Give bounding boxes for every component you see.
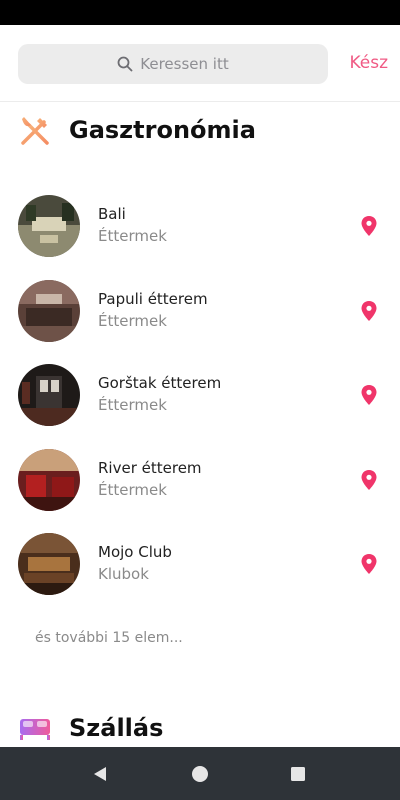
list-item[interactable]: Mojo Club Klubok (0, 522, 400, 606)
fork-knife-icon (18, 113, 52, 147)
list-item[interactable]: Bali Éttermek (0, 184, 400, 268)
place-photo (18, 449, 80, 511)
map-pin-icon[interactable] (360, 215, 378, 237)
place-category: Éttermek (98, 227, 167, 245)
section-header-gastronomy: Gasztronómia (18, 113, 256, 147)
section-title: Gasztronómia (69, 116, 256, 144)
search-header: Keressen itt Kész (0, 25, 400, 102)
list-item[interactable]: Papuli étterem Éttermek (0, 269, 400, 353)
list-item[interactable]: Gorštak étterem Éttermek (0, 353, 400, 437)
home-icon[interactable] (188, 762, 212, 786)
place-category: Éttermek (98, 312, 167, 330)
map-pin-icon[interactable] (360, 469, 378, 491)
place-category: Klubok (98, 565, 149, 583)
place-name: Mojo Club (98, 543, 172, 561)
list-item[interactable]: River étterem Éttermek (0, 438, 400, 522)
search-placeholder: Keressen itt (140, 55, 229, 73)
place-category: Éttermek (98, 481, 167, 499)
place-name: Gorštak étterem (98, 374, 222, 392)
back-icon[interactable] (88, 762, 112, 786)
recents-icon[interactable] (286, 762, 310, 786)
section-header-accommodation: Szállás (18, 711, 163, 745)
search-input[interactable]: Keressen itt (18, 44, 328, 84)
place-name: River étterem (98, 459, 202, 477)
navigation-bar (0, 747, 400, 800)
show-more-link[interactable]: és további 15 elem... (35, 630, 183, 646)
place-photo (18, 364, 80, 426)
place-photo (18, 195, 80, 257)
place-category: Éttermek (98, 396, 167, 414)
bed-icon (18, 711, 52, 745)
map-pin-icon[interactable] (360, 553, 378, 575)
place-name: Papuli étterem (98, 290, 208, 308)
place-name: Bali (98, 205, 126, 223)
map-pin-icon[interactable] (360, 384, 378, 406)
done-button[interactable]: Kész (349, 53, 388, 73)
place-photo (18, 280, 80, 342)
place-photo (18, 533, 80, 595)
search-icon (117, 56, 133, 72)
map-pin-icon[interactable] (360, 300, 378, 322)
section-title: Szállás (69, 714, 164, 742)
status-bar (0, 0, 400, 25)
